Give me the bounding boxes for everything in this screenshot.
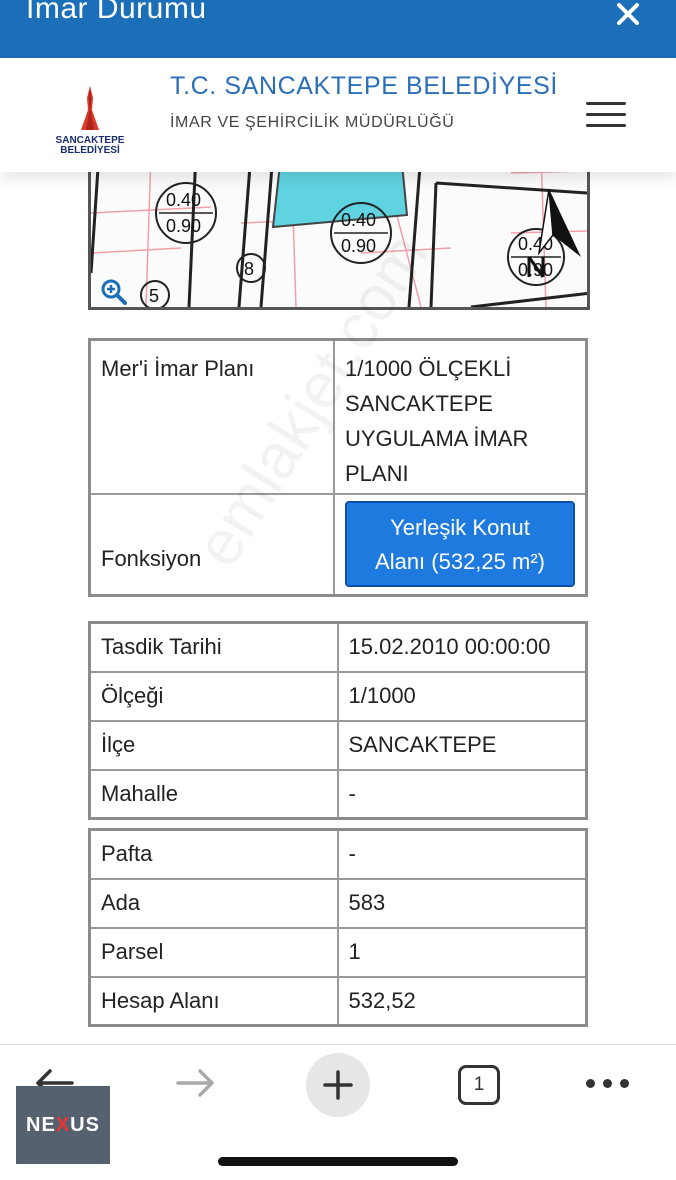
plan-name-line: PLANI (345, 461, 409, 486)
table-row: Fonksiyon Yerleşik Konut Alanı (532,25 m… (88, 492, 588, 597)
table-value-cell: 583 (336, 877, 588, 929)
brand-text: US (70, 1113, 100, 1136)
tab-switcher-button[interactable]: 1 (458, 1065, 500, 1105)
menu-icon-bar (586, 124, 626, 127)
new-tab-button[interactable] (306, 1053, 370, 1117)
table-value-cell: 1 (336, 926, 588, 978)
menu-icon-bar (586, 113, 626, 116)
zoning-plan-table: Mer'i İmar Planı 1/1000 ÖLÇEKLİ SANCAKTE… (88, 338, 588, 597)
table-row: Mer'i İmar Planı 1/1000 ÖLÇEKLİ SANCAKTE… (88, 338, 588, 495)
table-label-cell: Mahalle (88, 768, 339, 820)
map-ratio-label: 0.90 (166, 216, 201, 236)
table-value-cell: 532,52 (336, 975, 588, 1027)
table-row: İlçe SANCAKTEPE (88, 719, 588, 771)
map-ratio-label: 0.90 (341, 236, 376, 256)
table-row: Hesap Alanı 532,52 (88, 975, 588, 1027)
table-row: Mahalle - (88, 768, 588, 820)
table-value-cell: - (336, 828, 588, 880)
magnifier-plus-icon (101, 279, 127, 305)
plan-details-table: Tasdik Tarihi 15.02.2010 00:00:00 Ölçeği… (88, 621, 588, 820)
map-ratio-label: 0.40 (166, 190, 201, 210)
table-value-cell: - (336, 768, 588, 820)
table-label-cell: Ölçeği (88, 670, 339, 722)
table-label-cell: Hesap Alanı (88, 975, 339, 1027)
hamburger-menu-button[interactable] (586, 102, 626, 132)
more-options-button[interactable] (586, 1073, 630, 1093)
table-label-cell: Parsel (88, 926, 339, 978)
brand-text: NE (26, 1113, 56, 1136)
table-label-cell: İlçe (88, 719, 339, 771)
municipality-logo: SANCAKTEPE BELEDİYESİ (48, 84, 132, 164)
table-row: Parsel 1 (88, 926, 588, 978)
table-value-cell: 1/1000 (336, 670, 588, 722)
map-ratio-label: 0.90 (518, 260, 553, 280)
table-row: Tasdik Tarihi 15.02.2010 00:00:00 (88, 621, 588, 673)
tab-count: 1 (473, 1074, 485, 1095)
table-row: Pafta - (88, 828, 588, 880)
table-label-cell: Ada (88, 877, 339, 929)
close-icon (617, 3, 639, 25)
home-indicator[interactable] (218, 1157, 458, 1166)
function-button[interactable]: Yerleşik Konut Alanı (532,25 m²) (345, 501, 575, 588)
table-value-cell: SANCAKTEPE (336, 719, 588, 771)
plan-name-line: 1/1000 ÖLÇEKLİ (345, 356, 512, 381)
close-button[interactable] (614, 0, 648, 34)
zoom-button[interactable] (101, 279, 127, 305)
function-button-line: Alanı (532,25 m²) (375, 549, 545, 575)
more-dots-icon (620, 1079, 629, 1088)
table-value-cell: 1/1000 ÖLÇEKLİ SANCAKTEPE UYGULAMA İMAR … (333, 338, 588, 495)
title-bar: İmar Durumu (0, 0, 676, 58)
organization-subtitle: İMAR VE ŞEHİRCİLİK MÜDÜRLÜĞÜ (170, 114, 455, 131)
table-label-cell: Mer'i İmar Planı (88, 338, 335, 495)
arrow-right-icon (176, 1069, 214, 1097)
page-title: İmar Durumu (26, 0, 207, 25)
zoning-map-drawing: 0.40 0.90 0.40 0.90 0.40 0.90 8 5 (91, 153, 587, 307)
organization-title: T.C. SANCAKTEPE BELEDİYESİ (170, 72, 558, 100)
table-label-cell: Fonksiyon (88, 492, 335, 597)
map-ratio-label: 0.40 (341, 210, 376, 230)
table-value-cell: Yerleşik Konut Alanı (532,25 m²) (333, 492, 588, 597)
more-dots-icon (603, 1079, 612, 1088)
plan-name-line: UYGULAMA İMAR (345, 426, 529, 451)
zoning-map[interactable]: 0.40 0.90 0.40 0.90 0.40 0.90 8 5 (88, 150, 590, 310)
brand-text-accent: X (55, 1113, 71, 1136)
more-dots-icon (586, 1079, 595, 1088)
function-button-line: Yerleşik Konut (390, 515, 530, 541)
menu-icon-bar (586, 102, 626, 105)
plus-icon (323, 1070, 353, 1100)
table-row: Ölçeği 1/1000 (88, 670, 588, 722)
table-label-cell: Pafta (88, 828, 339, 880)
nexus-brand-badge: NE X US (16, 1086, 110, 1164)
parcel-table: Pafta - Ada 583 Parsel 1 Hesap Alanı 532… (88, 828, 588, 1027)
table-value-cell: 15.02.2010 00:00:00 (336, 621, 588, 673)
table-row: Ada 583 (88, 877, 588, 929)
forward-button[interactable] (166, 1063, 226, 1103)
monument-logo-icon (81, 86, 99, 130)
logo-text-line2: BELEDİYESİ (60, 145, 120, 156)
municipality-header: SANCAKTEPE BELEDİYESİ T.C. SANCAKTEPE BE… (0, 58, 676, 172)
map-parcel-number: 5 (149, 286, 159, 306)
table-label-cell: Tasdik Tarihi (88, 621, 339, 673)
plan-name-line: SANCAKTEPE (345, 391, 493, 416)
map-parcel-number: 8 (244, 259, 254, 279)
